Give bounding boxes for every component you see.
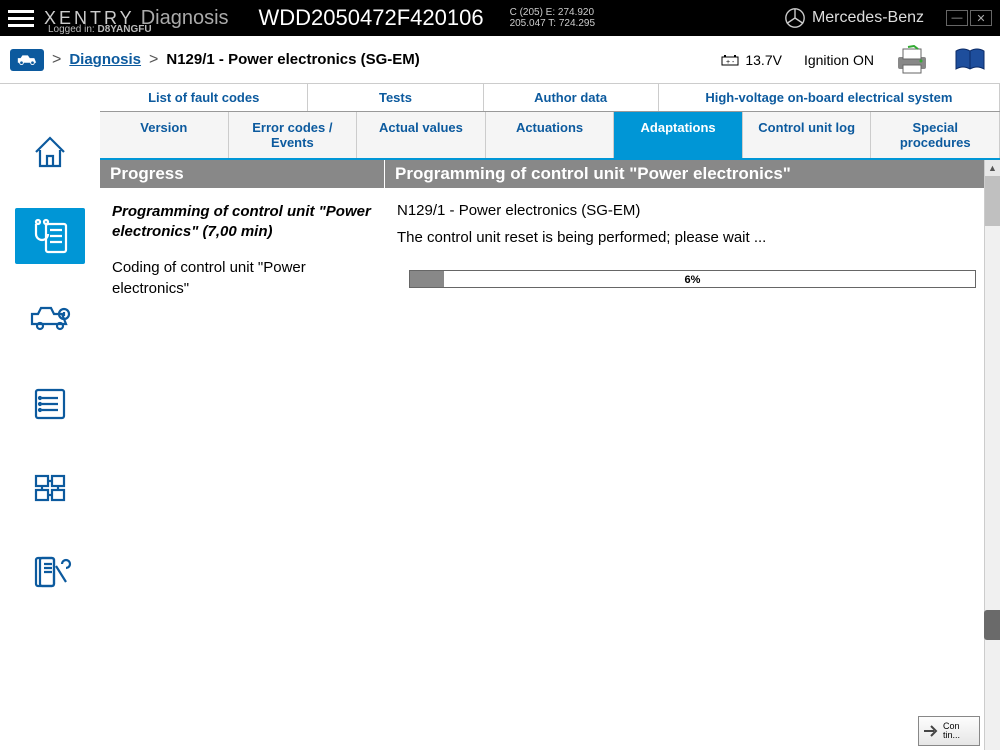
window-minimize[interactable]: —	[946, 10, 968, 26]
tab-version[interactable]: Version	[100, 112, 229, 158]
nav-vehicle-info[interactable]	[15, 292, 85, 348]
scrollbar[interactable]: ▲	[984, 160, 1000, 750]
progress-step-active: Programming of control unit "Power elect…	[112, 202, 372, 241]
tab-actuations[interactable]: Actuations	[486, 112, 615, 158]
menu-button[interactable]	[8, 6, 34, 31]
arrow-right-icon	[923, 724, 939, 738]
progress-panel-body: Programming of control unit "Power elect…	[100, 188, 384, 750]
car-info-icon	[28, 300, 72, 340]
nav-list[interactable]	[15, 376, 85, 432]
detail-panel-body: N129/1 - Power electronics (SG-EM) The c…	[385, 188, 1000, 750]
breadcrumb-root[interactable]: Diagnosis	[69, 51, 141, 68]
brand-sub: Diagnosis	[141, 7, 229, 30]
vehicle-codes: C (205) E: 274.920 205.047 T: 724.295	[510, 7, 595, 29]
vehicle-icon[interactable]	[10, 49, 44, 71]
stethoscope-clipboard-icon	[28, 216, 72, 256]
ignition-status: Ignition ON	[804, 52, 874, 68]
mercedes-star-icon	[784, 7, 806, 29]
detail-panel-title: Programming of control unit "Power elect…	[385, 160, 1000, 188]
breadcrumb-bar: > Diagnosis > N129/1 - Power electronics…	[0, 36, 1000, 84]
help-button[interactable]	[950, 43, 990, 77]
tab-actual-values[interactable]: Actual values	[357, 112, 486, 158]
book-icon	[952, 45, 988, 75]
side-nav	[0, 84, 100, 750]
tab-errors[interactable]: Error codes / Events	[229, 112, 358, 158]
tab-author-data[interactable]: Author data	[484, 84, 659, 111]
printer-icon	[894, 45, 930, 75]
window-close[interactable]: ✕	[970, 10, 992, 26]
print-button[interactable]	[892, 43, 932, 77]
progress-step: Coding of control unit "Power electronic…	[112, 257, 372, 299]
continue-button[interactable]: Con tin...	[918, 716, 980, 746]
nav-diagnosis[interactable]	[15, 208, 85, 264]
breadcrumb-current: N129/1 - Power electronics (SG-EM)	[166, 51, 419, 68]
main-content: Progress Programming of control unit "Po…	[100, 160, 1000, 750]
home-icon	[28, 132, 72, 172]
nav-modules[interactable]	[15, 460, 85, 516]
list-icon	[28, 384, 72, 424]
progress-panel-title: Progress	[100, 160, 384, 188]
progress-panel: Progress Programming of control unit "Po…	[100, 160, 385, 750]
side-grip[interactable]	[984, 610, 1000, 640]
battery-icon: + -	[721, 53, 741, 67]
nav-service[interactable]	[15, 544, 85, 600]
title-bar: XENTRY Diagnosis Logged in: D8YANGFU WDD…	[0, 0, 1000, 36]
document-wrench-icon	[28, 552, 72, 592]
primary-tabs: List of fault codes Tests Author data Hi…	[100, 84, 1000, 112]
secondary-tabs: Version Error codes / Events Actual valu…	[100, 112, 1000, 160]
battery-voltage: + - 13.7V	[721, 52, 782, 68]
modules-icon	[28, 468, 72, 508]
progress-bar: 6%	[409, 270, 976, 288]
window-controls: — ✕	[946, 10, 992, 26]
oem-badge: Mercedes-Benz	[784, 7, 924, 29]
login-info: Logged in: D8YANGFU	[48, 24, 152, 35]
nav-home[interactable]	[15, 124, 85, 180]
tab-fault-codes[interactable]: List of fault codes	[100, 84, 308, 111]
continue-label: Con tin...	[943, 722, 960, 740]
breadcrumb-sep: >	[52, 51, 61, 69]
vin: WDD2050472F420106	[259, 5, 484, 31]
status-text: The control unit reset is being performe…	[397, 229, 988, 246]
scroll-thumb[interactable]	[985, 176, 1000, 226]
ecu-label: N129/1 - Power electronics (SG-EM)	[397, 202, 988, 219]
svg-text:+ -: + -	[726, 59, 735, 66]
tab-hv-system[interactable]: High-voltage on-board electrical system	[659, 84, 1000, 111]
tab-adaptations[interactable]: Adaptations	[614, 112, 743, 158]
detail-panel: Programming of control unit "Power elect…	[385, 160, 1000, 750]
tab-cu-log[interactable]: Control unit log	[743, 112, 872, 158]
tab-special[interactable]: Special procedures	[871, 112, 1000, 158]
progress-bar-text: 6%	[410, 271, 975, 289]
tab-tests[interactable]: Tests	[308, 84, 483, 111]
scroll-up-icon[interactable]: ▲	[985, 160, 1000, 176]
